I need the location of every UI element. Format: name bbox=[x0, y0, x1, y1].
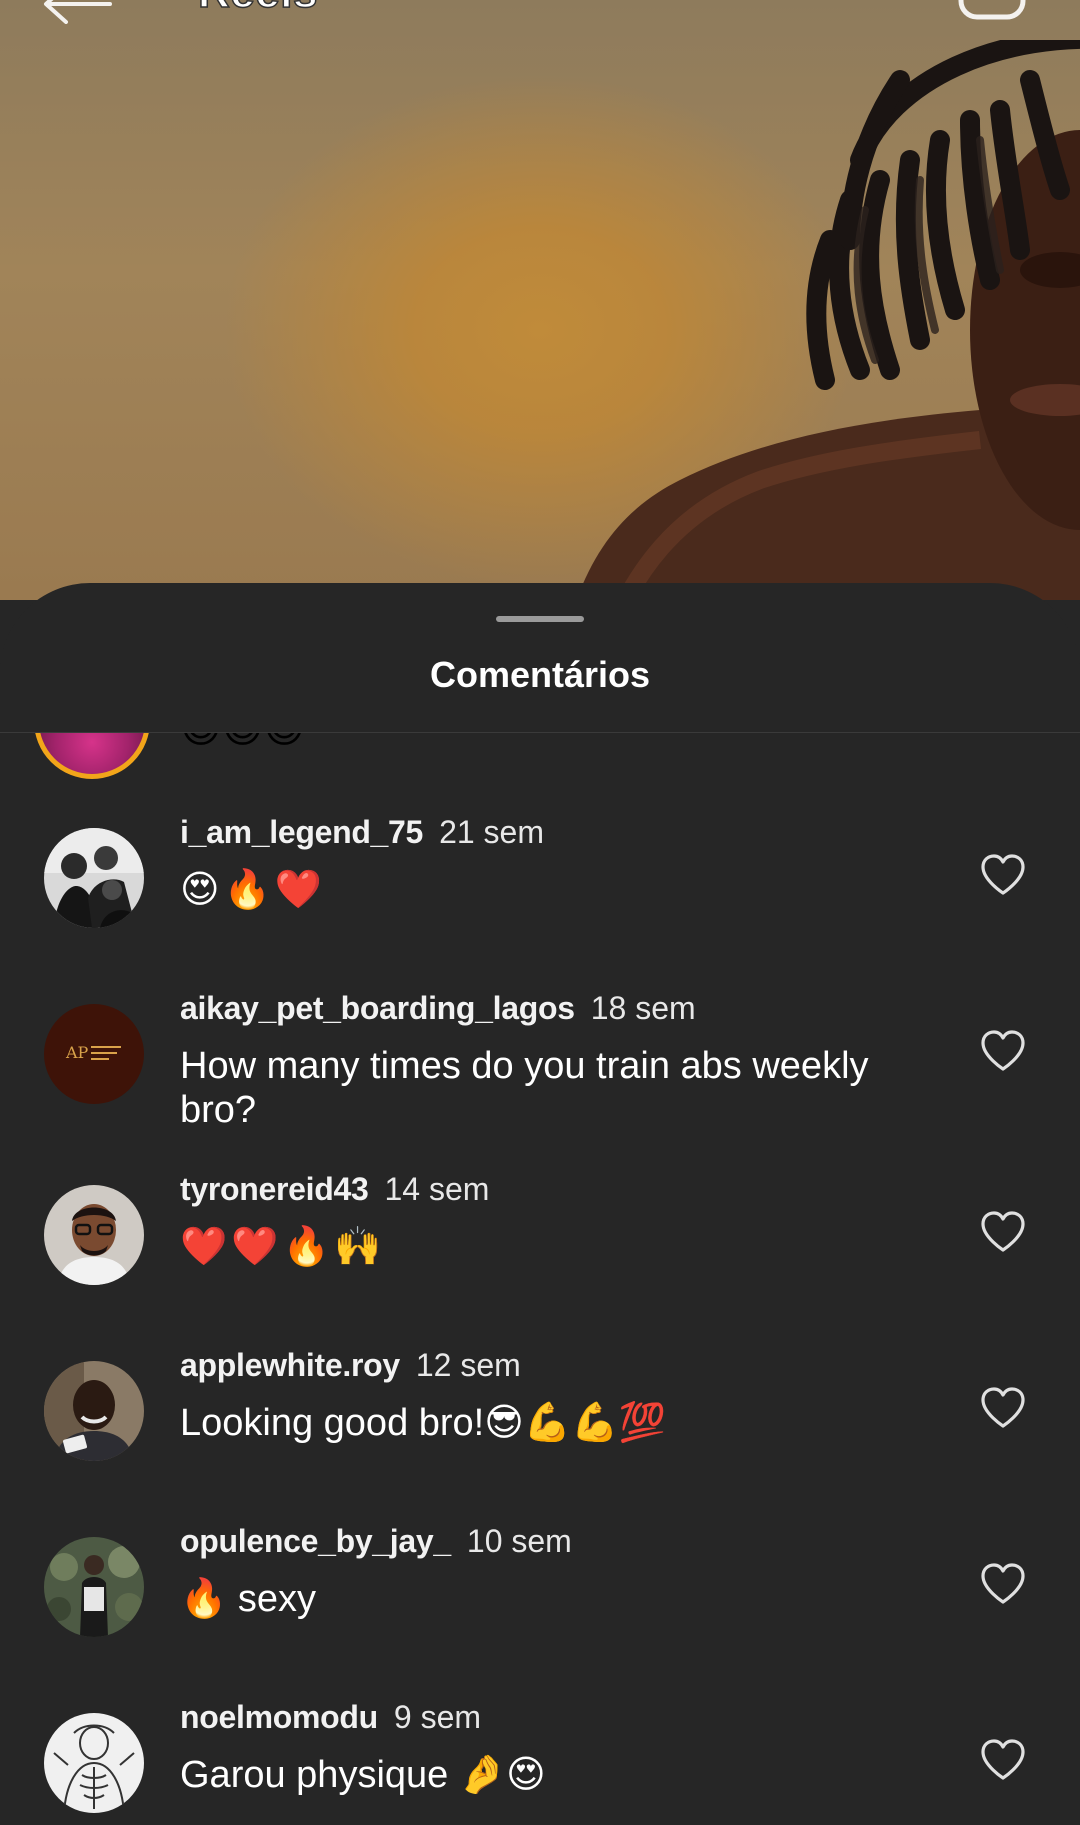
sheet-title: Comentários bbox=[429, 654, 651, 695]
avatar[interactable]: AP bbox=[44, 1004, 144, 1104]
heart-outline-icon[interactable] bbox=[980, 1211, 1026, 1253]
comment-username[interactable]: applewhite.roy bbox=[180, 1347, 400, 1383]
comment-header: noelmomodu 9 sem bbox=[180, 1699, 481, 1736]
video-person-image bbox=[576, 40, 1080, 600]
comment-time: 12 sem bbox=[415, 1347, 521, 1383]
avatar[interactable] bbox=[44, 1537, 144, 1637]
comment-item: noelmomodu 9 sem Garou physique 🤌😍 bbox=[0, 1675, 1080, 1825]
comment-username[interactable]: tyronereid43 bbox=[180, 1171, 369, 1207]
comment-header: applewhite.roy 12 sem bbox=[180, 1347, 521, 1384]
heart-outline-icon[interactable] bbox=[980, 1739, 1026, 1781]
comment-time: 9 sem bbox=[393, 1699, 482, 1735]
comment-text: How many times do you train abs weekly b… bbox=[180, 1045, 869, 1131]
comments-list[interactable]: 😊😊😊 i_am_legend_75 21 sem 😍🔥❤️ bbox=[0, 733, 1080, 1825]
comment-username[interactable]: aikay_pet_boarding_lagos bbox=[180, 990, 575, 1026]
comment-time: 21 sem bbox=[439, 814, 544, 850]
camera-icon[interactable] bbox=[958, 0, 1026, 20]
comment-username[interactable]: opulence_by_jay_ bbox=[180, 1523, 451, 1559]
reels-top-bar: Reels bbox=[0, 0, 1080, 40]
comment-time: 18 sem bbox=[590, 990, 696, 1026]
comments-sheet: Comentários 😊😊😊 i_am_legend_7 bbox=[0, 583, 1080, 1825]
sheet-drag-handle[interactable] bbox=[496, 616, 584, 622]
comment-text: Garou physique 🤌😍 bbox=[180, 1754, 546, 1796]
svg-text:AP: AP bbox=[65, 1043, 89, 1062]
comment-username[interactable]: noelmomodu bbox=[180, 1699, 378, 1735]
comment-header: opulence_by_jay_ 10 sem bbox=[180, 1523, 572, 1560]
avatar[interactable] bbox=[44, 828, 144, 928]
avatar[interactable] bbox=[34, 733, 150, 779]
heart-outline-icon[interactable] bbox=[980, 1030, 1026, 1072]
page-title: Reels bbox=[197, 0, 318, 18]
comment-header: tyronereid43 14 sem bbox=[180, 1171, 489, 1208]
comment-time: 10 sem bbox=[466, 1523, 572, 1559]
comment-item: tyronereid43 14 sem ❤️❤️🔥🙌 bbox=[0, 1147, 1080, 1317]
avatar[interactable] bbox=[44, 1361, 144, 1461]
heart-outline-icon[interactable] bbox=[980, 854, 1026, 896]
comment-item: opulence_by_jay_ 10 sem 🔥 sexy bbox=[0, 1499, 1080, 1669]
avatar[interactable] bbox=[44, 1713, 144, 1813]
comment-text: 😊😊😊 bbox=[180, 733, 305, 751]
reel-video[interactable]: Reels bbox=[0, 0, 1080, 600]
comment-text: ❤️❤️🔥🙌 bbox=[180, 1226, 386, 1268]
comment-header: i_am_legend_75 21 sem bbox=[180, 814, 544, 851]
arrow-left-icon[interactable] bbox=[40, 0, 114, 24]
comment-item: i_am_legend_75 21 sem 😍🔥❤️ bbox=[0, 790, 1080, 960]
comment-text: 😍🔥❤️ bbox=[180, 869, 327, 911]
heart-outline-icon[interactable] bbox=[980, 1387, 1026, 1429]
comment-item: applewhite.roy 12 sem Looking good bro!😎💪… bbox=[0, 1323, 1080, 1493]
comment-time: 14 sem bbox=[384, 1171, 490, 1207]
comment-header: aikay_pet_boarding_lagos 18 sem bbox=[180, 990, 696, 1027]
comment-text: Looking good bro!😎💪💪💯 bbox=[180, 1402, 666, 1444]
comment-item: AP aikay_pet_boarding_lagos 18 sem How ma… bbox=[0, 966, 1080, 1136]
avatar[interactable] bbox=[44, 1185, 144, 1285]
comment-username[interactable]: i_am_legend_75 bbox=[180, 814, 423, 850]
comment-text: 🔥 sexy bbox=[180, 1578, 317, 1620]
heart-outline-icon[interactable] bbox=[980, 1563, 1026, 1605]
